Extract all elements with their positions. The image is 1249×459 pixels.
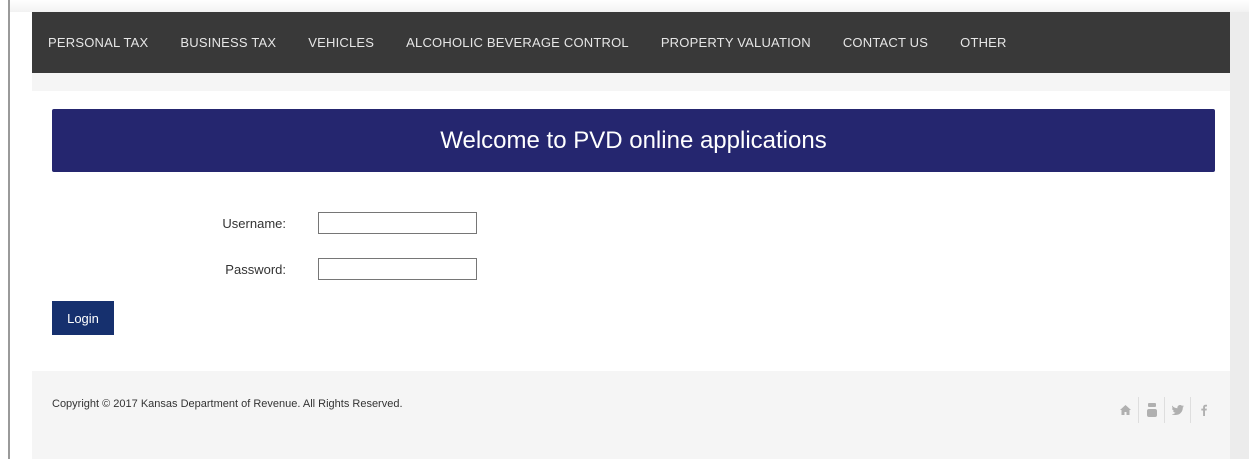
left-border: [8, 0, 10, 459]
nav-item-property-valuation[interactable]: PROPERTY VALUATION: [661, 35, 811, 50]
welcome-banner: Welcome to PVD online applications: [52, 109, 1215, 172]
nav-item-personal-tax[interactable]: PERSONAL TAX: [48, 35, 148, 50]
twitter-icon[interactable]: [1164, 397, 1190, 423]
main-content: Welcome to PVD online applications Usern…: [32, 91, 1230, 371]
nav-item-alcoholic-beverage-control[interactable]: ALCOHOLIC BEVERAGE CONTROL: [406, 35, 629, 50]
login-button[interactable]: Login: [52, 301, 114, 335]
youtube-icon[interactable]: [1138, 397, 1164, 423]
facebook-icon[interactable]: [1190, 397, 1216, 423]
top-navigation: PERSONAL TAX BUSINESS TAX VEHICLES ALCOH…: [32, 12, 1230, 73]
nav-item-contact-us[interactable]: CONTACT US: [843, 35, 928, 50]
social-links: [1112, 397, 1216, 423]
page-container: PERSONAL TAX BUSINESS TAX VEHICLES ALCOH…: [32, 12, 1230, 459]
copyright-text: Copyright © 2017 Kansas Department of Re…: [52, 398, 403, 410]
right-shade: [1230, 12, 1249, 459]
top-shadow: [10, 0, 1249, 12]
nav-item-vehicles[interactable]: VEHICLES: [308, 35, 374, 50]
username-row: Username:: [32, 212, 477, 234]
page-title: Welcome to PVD online applications: [440, 126, 827, 154]
nav-item-business-tax[interactable]: BUSINESS TAX: [180, 35, 276, 50]
username-input[interactable]: [318, 212, 477, 234]
page-frame: PERSONAL TAX BUSINESS TAX VEHICLES ALCOH…: [0, 0, 1249, 459]
password-input[interactable]: [318, 258, 477, 280]
username-label: Username:: [222, 215, 286, 231]
password-label: Password:: [225, 261, 286, 277]
nav-item-other[interactable]: OTHER: [960, 35, 1007, 50]
footer: Copyright © 2017 Kansas Department of Re…: [32, 371, 1230, 459]
password-row: Password:: [32, 258, 477, 280]
home-icon[interactable]: [1112, 397, 1138, 423]
